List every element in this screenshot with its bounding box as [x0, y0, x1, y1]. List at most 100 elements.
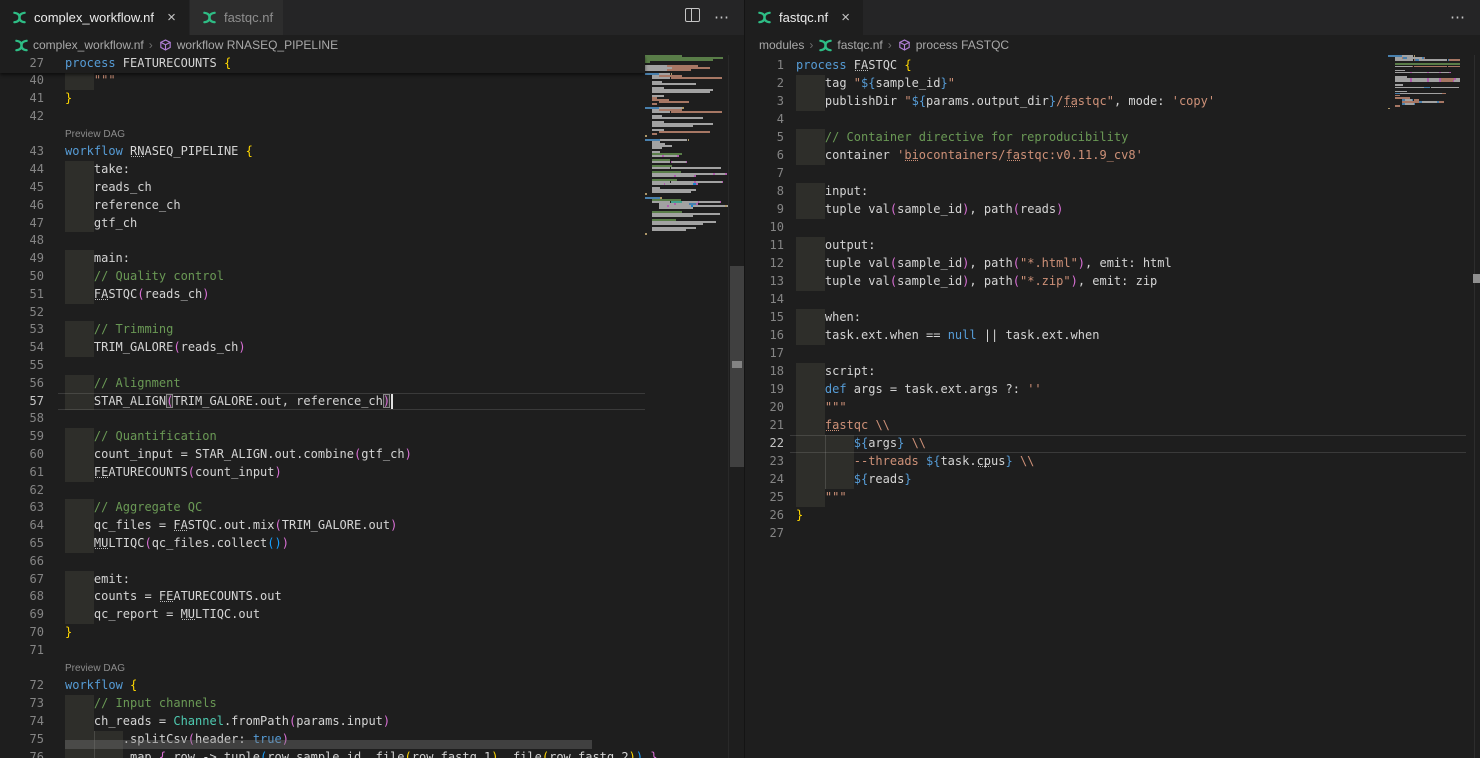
code-line[interactable]: 46reference_ch — [0, 197, 744, 215]
code-line[interactable]: 48 — [0, 232, 744, 250]
code-line[interactable]: 19def args = task.ext.args ?: '' — [745, 381, 1480, 399]
right-edge-handle[interactable] — [1473, 274, 1480, 283]
tabs-left: complex_workflow.nf×fastqc.nf — [0, 0, 284, 35]
code-editor-left[interactable]: 40"""41}42 Preview DAG 43workflow RNASEQ_P… — [0, 55, 744, 758]
code-line[interactable]: 65MULTIQC(qc_files.collect()) — [0, 535, 744, 553]
code-line[interactable]: 20""" — [745, 399, 1480, 417]
code-line[interactable]: 5// Container directive for reproducibil… — [745, 129, 1480, 147]
code-line[interactable]: 71 — [0, 642, 744, 660]
minimap-left[interactable] — [645, 55, 728, 250]
line-number: 48 — [0, 232, 44, 250]
code-line[interactable]: 40""" — [0, 72, 744, 90]
code-line[interactable]: 9tuple val(sample_id), path(reads) — [745, 201, 1480, 219]
code-line[interactable]: 44take: — [0, 161, 744, 179]
more-actions-icon[interactable]: ⋯ — [714, 13, 730, 23]
code-line[interactable]: 63// Aggregate QC — [0, 499, 744, 517]
code-line[interactable]: 43workflow RNASEQ_PIPELINE { — [0, 143, 744, 161]
horizontal-scrollbar-thumb[interactable] — [65, 740, 592, 749]
code-line[interactable]: 60count_input = STAR_ALIGN.out.combine(g… — [0, 446, 744, 464]
code-line[interactable]: 45reads_ch — [0, 179, 744, 197]
code-line[interactable]: 53// Trimming — [0, 321, 744, 339]
code-line[interactable]: 74ch_reads = Channel.fromPath(params.inp… — [0, 713, 744, 731]
code-line[interactable]: 22${args} \\ — [745, 435, 1480, 453]
code-line[interactable]: 3publishDir "${params.output_dir}/fastqc… — [745, 93, 1480, 111]
code-line[interactable]: 69qc_report = MULTIQC.out — [0, 606, 744, 624]
breadcrumb-item[interactable]: complex_workflow.nf — [14, 38, 144, 53]
code-line[interactable]: 51FASTQC(reads_ch) — [0, 286, 744, 304]
codelens-line[interactable]: Preview DAG — [0, 126, 744, 144]
codelens-preview-dag[interactable]: Preview DAG — [65, 129, 125, 140]
code-line[interactable]: 23--threads ${task.cpus} \\ — [745, 453, 1480, 471]
token-p: ( — [173, 340, 180, 354]
code-line[interactable]: 73// Input channels — [0, 695, 744, 713]
code-line[interactable]: 58 — [0, 410, 744, 428]
token-s: '' — [1027, 382, 1041, 396]
minimap-token — [720, 167, 722, 169]
token-sq: FASTQC — [854, 58, 897, 72]
code-line[interactable]: 27 — [745, 525, 1480, 543]
sticky-scroll-line[interactable]: 27process FEATURECOUNTS { — [0, 55, 645, 73]
breadcrumb-item[interactable]: modules — [759, 38, 804, 52]
code-line[interactable]: 11output: — [745, 237, 1480, 255]
tab-complex_workflow.nf[interactable]: complex_workflow.nf× — [0, 0, 189, 35]
token-y: } — [796, 508, 803, 522]
code-line[interactable]: 13tuple val(sample_id), path("*.zip"), e… — [745, 273, 1480, 291]
close-icon[interactable]: × — [838, 10, 853, 25]
code-line[interactable]: 2tag "${sample_id}" — [745, 75, 1480, 93]
code-line[interactable]: 8input: — [745, 183, 1480, 201]
code-line[interactable]: 17 — [745, 345, 1480, 363]
codelens-preview-dag[interactable]: Preview DAG — [65, 663, 125, 674]
breadcrumb-item[interactable]: workflow RNASEQ_PIPELINE — [158, 38, 338, 53]
symbol-module-icon — [897, 38, 912, 53]
code-line[interactable]: 24${reads} — [745, 471, 1480, 489]
code-line[interactable]: 26} — [745, 507, 1480, 525]
code-line[interactable]: 14 — [745, 291, 1480, 309]
split-editor-icon[interactable] — [685, 8, 700, 27]
code-line[interactable]: 62 — [0, 482, 744, 500]
code-line[interactable]: 16task.ext.when == null || task.ext.when — [745, 327, 1480, 345]
code-line[interactable]: 66 — [0, 553, 744, 571]
code-line[interactable]: 1process FASTQC { — [745, 57, 1480, 75]
code-line[interactable]: 41} — [0, 90, 744, 108]
sash-handle[interactable] — [732, 361, 742, 368]
vertical-scrollbar[interactable] — [728, 55, 745, 758]
code-line[interactable]: 64qc_files = FASTQC.out.mix(TRIM_GALORE.… — [0, 517, 744, 535]
code-line[interactable]: 25""" — [745, 489, 1480, 507]
code-line[interactable]: 50// Quality control — [0, 268, 744, 286]
code-line[interactable]: 56// Alignment — [0, 375, 744, 393]
code-line[interactable]: 42 — [0, 108, 744, 126]
code-line[interactable]: 70} — [0, 624, 744, 642]
code-line[interactable]: 12tuple val(sample_id), path("*.html"), … — [745, 255, 1480, 273]
codelens-line[interactable]: Preview DAG — [0, 660, 744, 678]
code-line[interactable]: 27process FEATURECOUNTS { — [0, 55, 645, 73]
code-line[interactable]: 10 — [745, 219, 1480, 237]
code-line[interactable]: 68counts = FEATURECOUNTS.out — [0, 588, 744, 606]
code-line[interactable]: 49main: — [0, 250, 744, 268]
code-line[interactable]: 57STAR_ALIGN(TRIM_GALORE.out, reference_… — [0, 393, 744, 411]
code-editor-right[interactable]: 1process FASTQC {2tag "${sample_id}"3pub… — [745, 55, 1480, 758]
code-line[interactable]: 21fastqc \\ — [745, 417, 1480, 435]
code-line[interactable]: 6container 'biocontainers/fastqc:v0.11.9… — [745, 147, 1480, 165]
tab-fastqc.nf[interactable]: fastqc.nf× — [745, 0, 863, 35]
code-line[interactable]: 76.map { row -> tuple(row.sample_id, fil… — [0, 749, 744, 758]
code-line[interactable]: 54TRIM_GALORE(reads_ch) — [0, 339, 744, 357]
code-line[interactable]: 47gtf_ch — [0, 215, 744, 233]
code-line[interactable]: 52 — [0, 304, 744, 322]
breadcrumb-item[interactable]: process FASTQC — [897, 38, 1009, 53]
close-icon[interactable]: × — [164, 10, 179, 25]
breadcrumb-item[interactable]: fastqc.nf — [818, 38, 882, 53]
code-line[interactable]: 15when: — [745, 309, 1480, 327]
code-line[interactable]: 67emit: — [0, 571, 744, 589]
code-line[interactable]: 4 — [745, 111, 1480, 129]
minimap-right[interactable] — [1388, 55, 1460, 117]
tab-fastqc.nf[interactable]: fastqc.nf — [190, 0, 283, 35]
more-actions-icon[interactable]: ⋯ — [1450, 13, 1466, 23]
code-line[interactable]: 72workflow { — [0, 677, 744, 695]
code-line[interactable]: 18script: — [745, 363, 1480, 381]
code-line[interactable]: 7 — [745, 165, 1480, 183]
line-number: 2 — [745, 75, 784, 93]
code-line[interactable]: 59// Quantification — [0, 428, 744, 446]
token-y: } — [65, 91, 72, 105]
code-line[interactable]: 55 — [0, 357, 744, 375]
code-line[interactable]: 61FEATURECOUNTS(count_input) — [0, 464, 744, 482]
